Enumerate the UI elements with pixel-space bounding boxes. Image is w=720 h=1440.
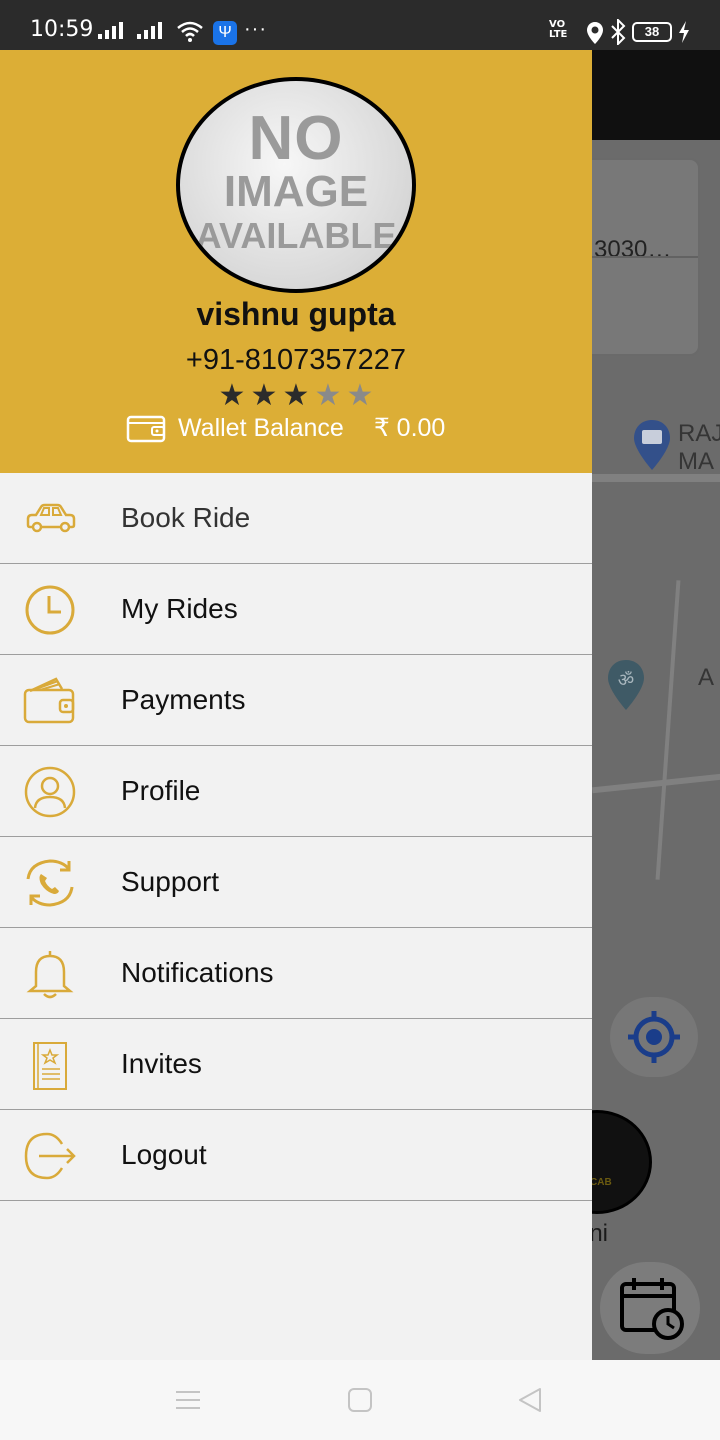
wallet-balance[interactable]: Wallet Balance ₹ 0.00 [126, 412, 445, 444]
menu-label-my-rides: My Rides [121, 593, 238, 624]
menu-label-book-ride: Book Ride [121, 502, 251, 533]
star-filled-icon: ★ [250, 379, 278, 412]
menu-item-my-rides[interactable]: My Rides [0, 564, 592, 655]
user-phone: +91-8107357227 [185, 344, 407, 376]
vehicle-logo-text: CAB [592, 1177, 612, 1188]
address-card[interactable]: a 3030… [592, 158, 700, 356]
map-view[interactable]: a 3030… RAJMA ॐ A CAB ini [592, 140, 720, 1360]
bluetooth-icon [611, 19, 626, 45]
map-road-2 [592, 772, 720, 794]
menu-item-payments[interactable]: Payments [0, 655, 592, 746]
user-rating: ★ ★ ★ ★ ★ [216, 380, 376, 412]
system-nav-bar [0, 1360, 720, 1440]
temple-pin-icon[interactable]: ॐ [606, 658, 646, 712]
svg-text:ॐ: ॐ [618, 670, 634, 691]
avatar-placeholder-line-2: IMAGE [223, 167, 369, 216]
poi-label-1: RAJ MA [678, 420, 720, 475]
navigation-drawer: NO IMAGE AVAILABLE vishnu gupta +91-8107… [0, 50, 592, 1360]
wifi-icon [177, 21, 203, 42]
star-filled-icon: ★ [282, 379, 310, 412]
signal-icon-2 [137, 22, 162, 39]
status-time: 10:59 [30, 17, 94, 42]
menu-item-invites[interactable]: Invites [0, 1019, 592, 1110]
avatar[interactable]: NO IMAGE AVAILABLE [176, 77, 416, 293]
status-bar: 10:59 Ψ ··· VO LTE 38 [0, 0, 720, 50]
user-name: vishnu gupta [196, 296, 396, 332]
wallet-icon [23, 677, 75, 724]
menu-item-logout[interactable]: Logout [0, 1110, 592, 1201]
car-icon [26, 503, 76, 533]
wallet-icon [126, 415, 166, 443]
drawer-header: NO IMAGE AVAILABLE vishnu gupta +91-8107… [0, 50, 592, 473]
gas-station-pin-icon[interactable] [632, 418, 672, 472]
menu-label-profile: Profile [121, 775, 201, 806]
clock-icon [25, 585, 75, 635]
star-empty-icon: ★ [314, 379, 342, 412]
location-status-icon [587, 22, 603, 44]
menu-item-notifications[interactable]: Notifications [0, 928, 592, 1019]
menu-label-invites: Invites [121, 1048, 202, 1079]
menu-item-support[interactable]: Support [0, 837, 592, 928]
map-road-3 [655, 580, 681, 880]
address-text: a 3030… [592, 236, 672, 263]
battery-icon: 38 [632, 22, 672, 42]
vehicle-logo[interactable] [592, 1110, 652, 1214]
back-triangle-icon[interactable] [516, 1386, 544, 1414]
menu-label-notifications: Notifications [121, 957, 274, 988]
menu-label-payments: Payments [121, 684, 246, 715]
home-square-icon[interactable] [346, 1386, 374, 1414]
menu-item-book-ride[interactable]: Book Ride [0, 473, 592, 564]
invite-card-icon [33, 1042, 67, 1090]
map-top-bar [592, 50, 720, 140]
bell-icon [26, 951, 74, 999]
calendar-clock-icon [620, 1278, 684, 1340]
menu-item-profile[interactable]: Profile [0, 746, 592, 837]
user-icon [24, 766, 76, 818]
more-notifications-icon: ··· [244, 18, 267, 40]
usb-icon: Ψ [213, 21, 237, 45]
menu-label-logout: Logout [121, 1139, 207, 1170]
poi-label-2: A [698, 664, 715, 691]
star-filled-icon: ★ [218, 379, 246, 412]
signal-icon [98, 22, 123, 39]
avatar-placeholder-line-3: AVAILABLE [195, 215, 397, 256]
volte-icon: VO LTE [549, 19, 568, 40]
schedule-ride-button[interactable] [600, 1262, 700, 1354]
logout-icon [24, 1132, 76, 1180]
vehicle-type-label: ini [592, 1220, 609, 1247]
star-empty-icon: ★ [346, 379, 374, 412]
crosshair-icon [628, 1011, 680, 1063]
address-divider [592, 256, 698, 258]
support-phone-icon [26, 859, 74, 907]
wallet-balance-amount: ₹ 0.00 [373, 414, 446, 442]
menu-label-support: Support [121, 866, 220, 897]
menu-lines-icon[interactable] [174, 1386, 202, 1414]
drawer-menu: Book Ride My Rides Payments Profile Supp… [0, 473, 592, 1201]
my-location-button[interactable] [610, 997, 698, 1077]
avatar-placeholder-line-1: NO [248, 104, 344, 173]
wallet-balance-label: Wallet Balance [178, 413, 344, 442]
charging-icon [679, 21, 689, 43]
